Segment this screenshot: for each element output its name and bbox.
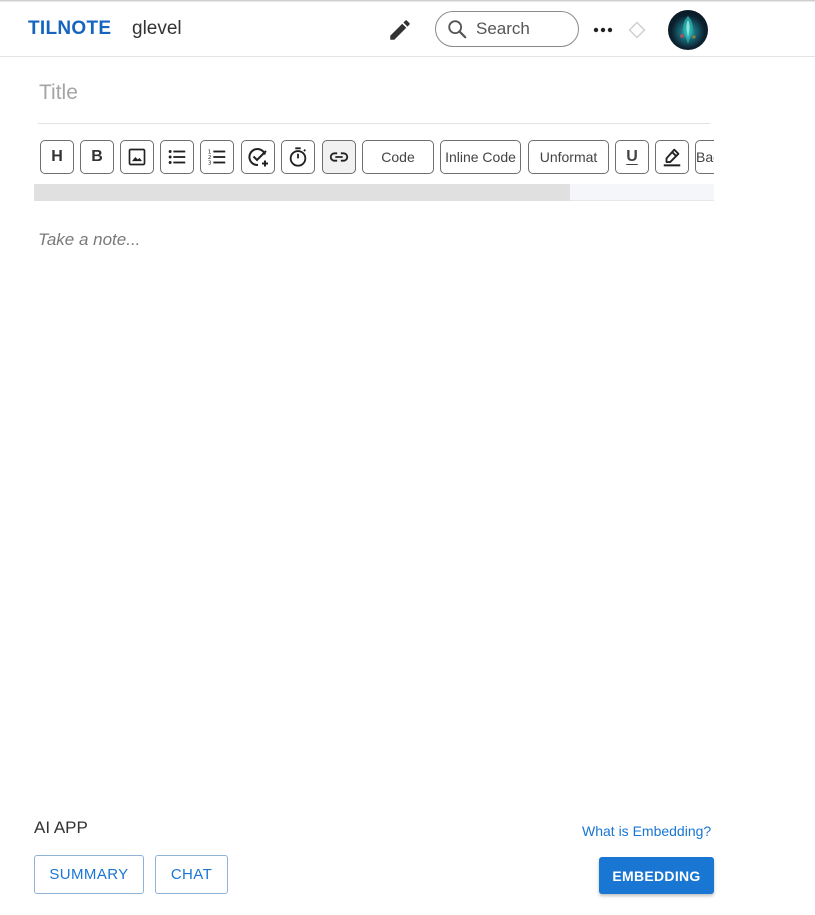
- more-horizontal-icon: [593, 27, 613, 33]
- note-body-input[interactable]: [38, 230, 710, 770]
- brand-logo[interactable]: TILNOTE: [28, 18, 111, 40]
- search-icon: [448, 20, 467, 39]
- underline-button[interactable]: U: [615, 140, 649, 174]
- formatting-toolbar: H B 1 2 3 Code Inline Code Unformat U Ba: [34, 136, 714, 178]
- toolbar-scrollbar[interactable]: [34, 184, 714, 201]
- more-options-button[interactable]: [589, 16, 617, 44]
- chat-button[interactable]: CHAT: [155, 855, 228, 894]
- numbered-list-icon: 1 2 3: [208, 149, 226, 166]
- diamond-icon: [628, 21, 646, 39]
- username[interactable]: glevel: [132, 18, 182, 40]
- summary-button[interactable]: SUMMARY: [34, 855, 144, 894]
- svg-text:3: 3: [208, 160, 212, 166]
- unformat-button[interactable]: Unformat: [528, 140, 609, 174]
- premium-button[interactable]: [625, 16, 649, 44]
- heading-button[interactable]: H: [40, 140, 74, 174]
- highlight-button[interactable]: [655, 140, 689, 174]
- insert-image-button[interactable]: [120, 140, 154, 174]
- what-is-embedding-link[interactable]: What is Embedding?: [582, 823, 711, 839]
- code-block-button[interactable]: Code: [362, 140, 434, 174]
- title-input[interactable]: [38, 76, 710, 124]
- link-icon: [329, 152, 349, 162]
- inline-code-button[interactable]: Inline Code: [440, 140, 521, 174]
- link-button[interactable]: [322, 140, 356, 174]
- highlighter-icon: [663, 148, 681, 167]
- timer-icon: [289, 147, 307, 167]
- image-icon: [128, 148, 146, 166]
- avatar-image: [680, 16, 696, 44]
- bullet-list-button[interactable]: [160, 140, 194, 174]
- background-color-button[interactable]: Background: [695, 140, 714, 174]
- add-task-button[interactable]: [241, 140, 275, 174]
- search-input[interactable]: [476, 19, 572, 39]
- pencil-icon: [390, 20, 410, 40]
- numbered-list-button[interactable]: 1 2 3: [200, 140, 234, 174]
- underline-label: U: [626, 148, 638, 165]
- app-header: TILNOTE glevel: [0, 2, 815, 57]
- timer-button[interactable]: [281, 140, 315, 174]
- new-note-button[interactable]: [386, 16, 414, 44]
- add-task-icon: [248, 148, 268, 167]
- bold-button[interactable]: B: [80, 140, 114, 174]
- user-avatar[interactable]: [668, 10, 708, 50]
- ai-app-label: AI APP: [34, 818, 88, 837]
- embedding-button[interactable]: EMBEDDING: [599, 857, 714, 894]
- bullet-list-icon: [168, 150, 186, 164]
- toolbar-scrollbar-thumb[interactable]: [34, 184, 570, 201]
- search-box[interactable]: [435, 11, 579, 47]
